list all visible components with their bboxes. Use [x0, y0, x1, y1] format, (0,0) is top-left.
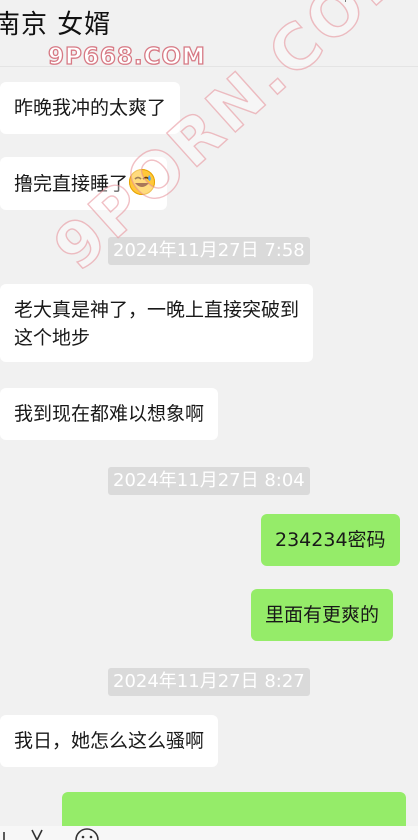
incoming-message[interactable]: 老大真是神了，一晚上直接突破到 这个地步 — [0, 284, 314, 362]
timestamp: 2024年11月27日 8:27 — [108, 668, 310, 696]
message-text: 我到现在都难以想象啊 — [14, 403, 205, 425]
outgoing-message[interactable]: 234234密码 — [261, 514, 400, 566]
header-mark — [345, 0, 346, 2]
message-text: 里面有更爽的 — [265, 604, 380, 626]
watermark-top: 9P668.COM — [47, 43, 206, 70]
timestamp: 2024年11月27日 7:58 — [108, 237, 310, 265]
message-text: 昨晚我冲的太爽了 — [14, 97, 167, 119]
message-text-line: 这个地步 — [14, 327, 91, 349]
incoming-message[interactable]: 撸完直接睡了 — [0, 157, 168, 210]
sweat-laugh-icon — [129, 169, 156, 195]
message-text: 234234密码 — [275, 529, 386, 551]
chat-screen: 南京 女婿 9P668.COM 9PORN.COM 昨晚我冲的太爽了 撸完直接睡… — [0, 0, 418, 840]
input-bar-icons — [3, 828, 99, 840]
chat-title[interactable]: 南京 女婿 — [0, 4, 111, 41]
message-text: 我日，她怎么这么骚啊 — [14, 730, 205, 752]
message-text-line: 老大真是神了，一晚上直接突破到 — [14, 299, 300, 321]
timestamp: 2024年11月27日 8:04 — [108, 467, 310, 495]
incoming-message[interactable]: 我到现在都难以想象啊 — [0, 388, 219, 440]
outgoing-message[interactable]: 里面有更爽的 — [251, 589, 394, 641]
incoming-message[interactable]: 昨晚我冲的太爽了 — [0, 82, 181, 134]
input-bar — [0, 826, 418, 840]
incoming-message[interactable]: 我日，她怎么这么骚啊 — [0, 715, 219, 767]
message-text: 撸完直接睡了 — [14, 173, 129, 195]
